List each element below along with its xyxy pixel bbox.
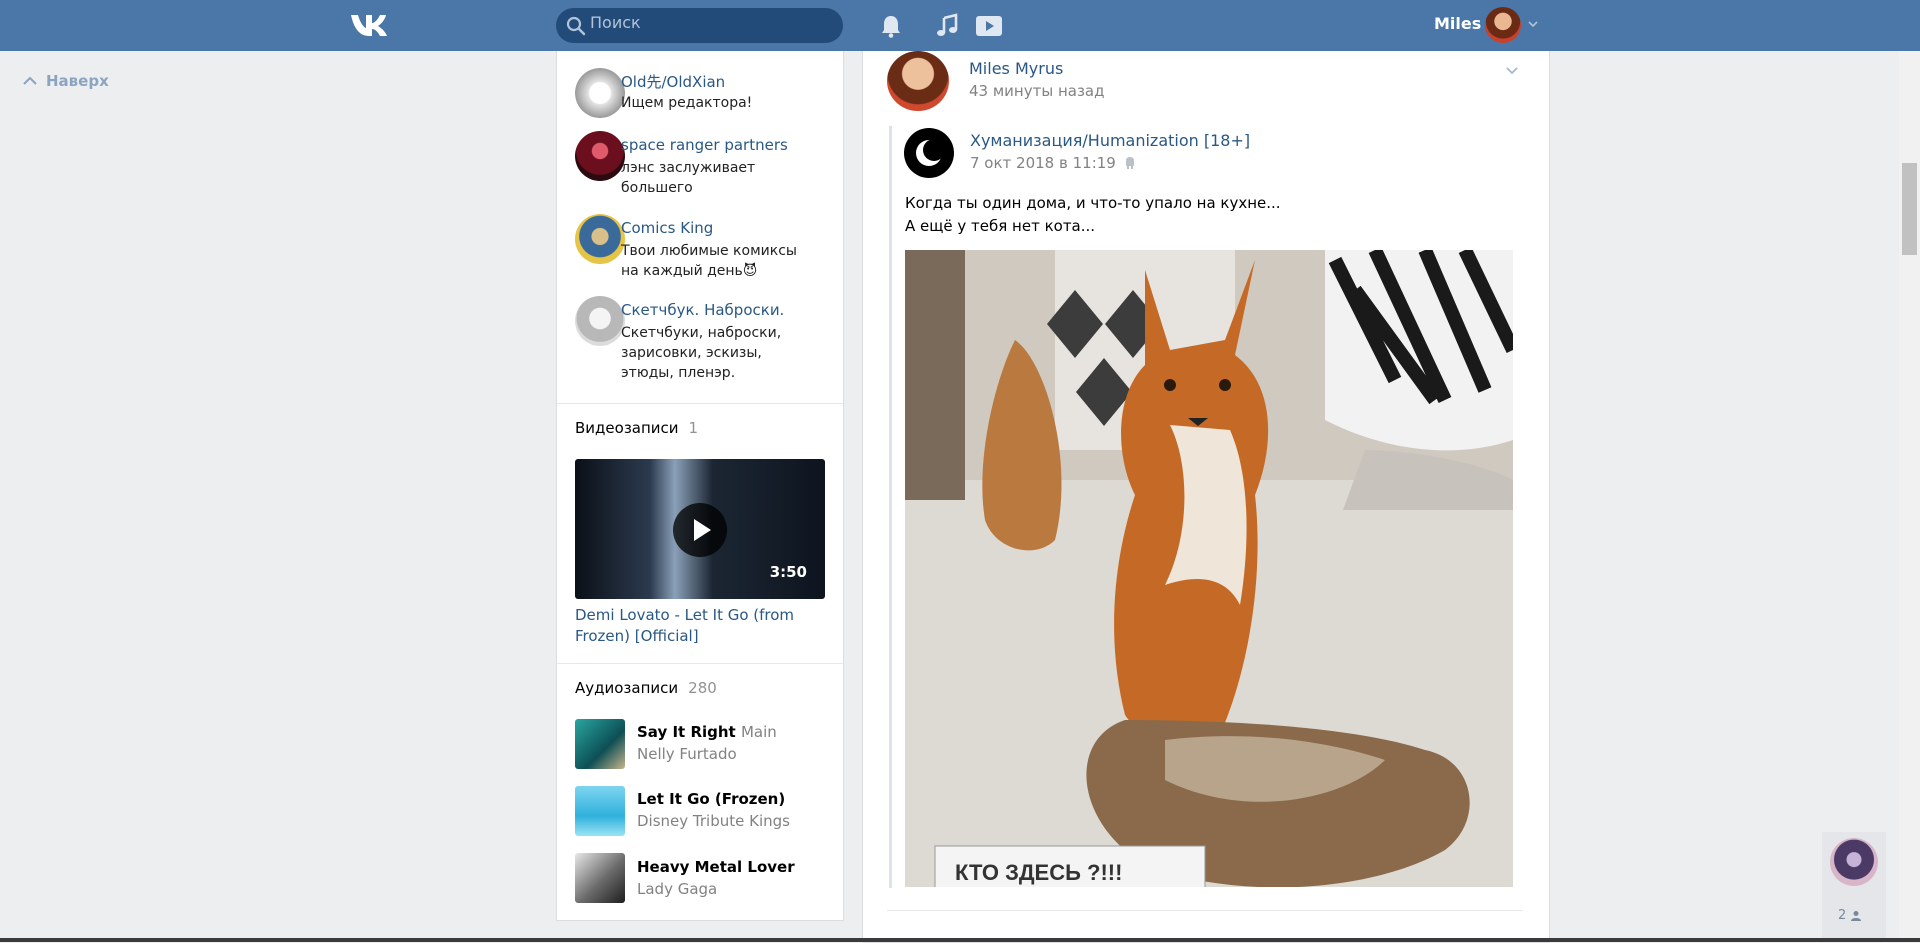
audios-count: 280	[688, 679, 717, 697]
bell-icon[interactable]	[876, 11, 906, 41]
section-divider	[557, 663, 843, 664]
profile-side-column: Old先/OldXian Ищем редактора! space range…	[556, 51, 844, 921]
photo-caption: КТО ЗДЕСЬ ?!!!	[955, 860, 1122, 885]
up-label: Наверх	[46, 72, 109, 90]
avatar[interactable]	[1485, 7, 1521, 43]
vk-logo-icon[interactable]	[349, 11, 391, 39]
group-title[interactable]: space ranger partners	[621, 136, 788, 154]
audio-title[interactable]: Let It Go (Frozen)	[637, 790, 785, 808]
audio-cover[interactable]	[575, 719, 625, 769]
audio-artist[interactable]: Disney Tribute Kings	[637, 812, 790, 830]
chat-count[interactable]: 2	[1838, 908, 1862, 923]
group-description: Скетчбуки, наброски, зарисовки, эскизы, …	[621, 325, 782, 381]
audios-title: Аудиозаписи	[575, 679, 679, 697]
audio-title-text: Heavy Metal Lover	[637, 858, 795, 876]
chevron-down-icon[interactable]	[1504, 63, 1520, 79]
group-title[interactable]: Скетчбук. Наброски.	[621, 301, 784, 319]
repost-time[interactable]: 7 окт 2018 в 11:19	[970, 154, 1136, 172]
chat-widget[interactable]: 2	[1822, 832, 1886, 942]
repost-text: Когда ты один дома, и что-то упало на ку…	[905, 192, 1281, 238]
chat-count-text: 2	[1838, 908, 1847, 923]
group-avatar[interactable]	[575, 214, 625, 264]
music-note-icon[interactable]	[933, 11, 963, 41]
audio-cover[interactable]	[575, 853, 625, 903]
moon-logo-icon	[916, 139, 945, 166]
group-avatar[interactable]	[575, 68, 625, 118]
group-title[interactable]: Old先/OldXian	[621, 71, 725, 92]
repost-line	[889, 126, 892, 888]
section-divider	[557, 403, 843, 404]
video-duration: 3:50	[769, 563, 807, 581]
audio-title[interactable]: Heavy Metal Lover	[637, 858, 795, 876]
play-icon[interactable]	[673, 503, 727, 557]
group-description: Твои любимые комиксы на каждый день😈	[621, 243, 797, 279]
audio-title-text: Let It Go (Frozen)	[637, 790, 786, 808]
post-card: Miles Myrus 43 минуты назад Хуманизация/…	[862, 51, 1550, 943]
group-description: лэнс заслуживает большего	[621, 160, 756, 196]
person-icon	[1851, 910, 1862, 921]
audio-artist[interactable]: Nelly Furtado	[637, 745, 737, 763]
window-bottom-edge	[0, 938, 1920, 942]
chevron-down-icon[interactable]	[1527, 18, 1539, 30]
post-time[interactable]: 43 минуты назад	[969, 82, 1105, 100]
repost-text-line: А ещё у тебя нет кота...	[905, 217, 1096, 235]
video-title[interactable]: Demi Lovato - Let It Go (from Frozen) [O…	[575, 605, 825, 647]
post-actions-divider	[887, 910, 1523, 911]
android-icon	[1125, 157, 1134, 169]
video-thumbnail[interactable]: 3:50	[575, 459, 825, 599]
audios-section-title[interactable]: Аудиозаписи 280	[575, 679, 717, 697]
repost-author-avatar[interactable]	[904, 128, 954, 178]
group-description: Ищем редактора!	[621, 95, 753, 111]
group-title[interactable]: Comics King	[621, 219, 713, 237]
audio-title-text: Say It Right	[637, 723, 736, 741]
post-photo[interactable]: КТО ЗДЕСЬ ?!!!	[905, 250, 1513, 887]
repost-author[interactable]: Хуманизация/Humanization [18+]	[970, 131, 1250, 150]
chat-avatar[interactable]	[1830, 838, 1878, 886]
scrollbar-thumb[interactable]	[1902, 163, 1917, 255]
user-name[interactable]: Miles	[1434, 14, 1481, 33]
scroll-up-link[interactable]: Наверх	[22, 72, 109, 90]
group-avatar[interactable]	[575, 131, 625, 181]
chevron-up-icon	[23, 76, 37, 85]
audio-title[interactable]: Say It Right Main	[637, 723, 777, 741]
group-avatar[interactable]	[575, 296, 625, 346]
search-icon	[566, 16, 586, 36]
audio-cover[interactable]	[575, 786, 625, 836]
post-author[interactable]: Miles Myrus	[969, 59, 1063, 78]
post-author-avatar[interactable]	[887, 51, 949, 111]
audio-subtitle: Main	[740, 723, 777, 741]
search-placeholder: Поиск	[590, 13, 641, 32]
repost-text-line: Когда ты один дома, и что-то упало на ку…	[905, 194, 1281, 212]
audio-artist[interactable]: Lady Gaga	[637, 880, 717, 898]
videos-count: 1	[688, 419, 699, 437]
repost-time-text: 7 окт 2018 в 11:19	[970, 154, 1116, 172]
videos-section-title[interactable]: Видеозаписи 1	[575, 419, 698, 437]
fox-photo: КТО ЗДЕСЬ ?!!!	[905, 250, 1513, 887]
videos-title: Видеозаписи	[575, 419, 679, 437]
video-play-icon[interactable]	[974, 11, 1004, 41]
